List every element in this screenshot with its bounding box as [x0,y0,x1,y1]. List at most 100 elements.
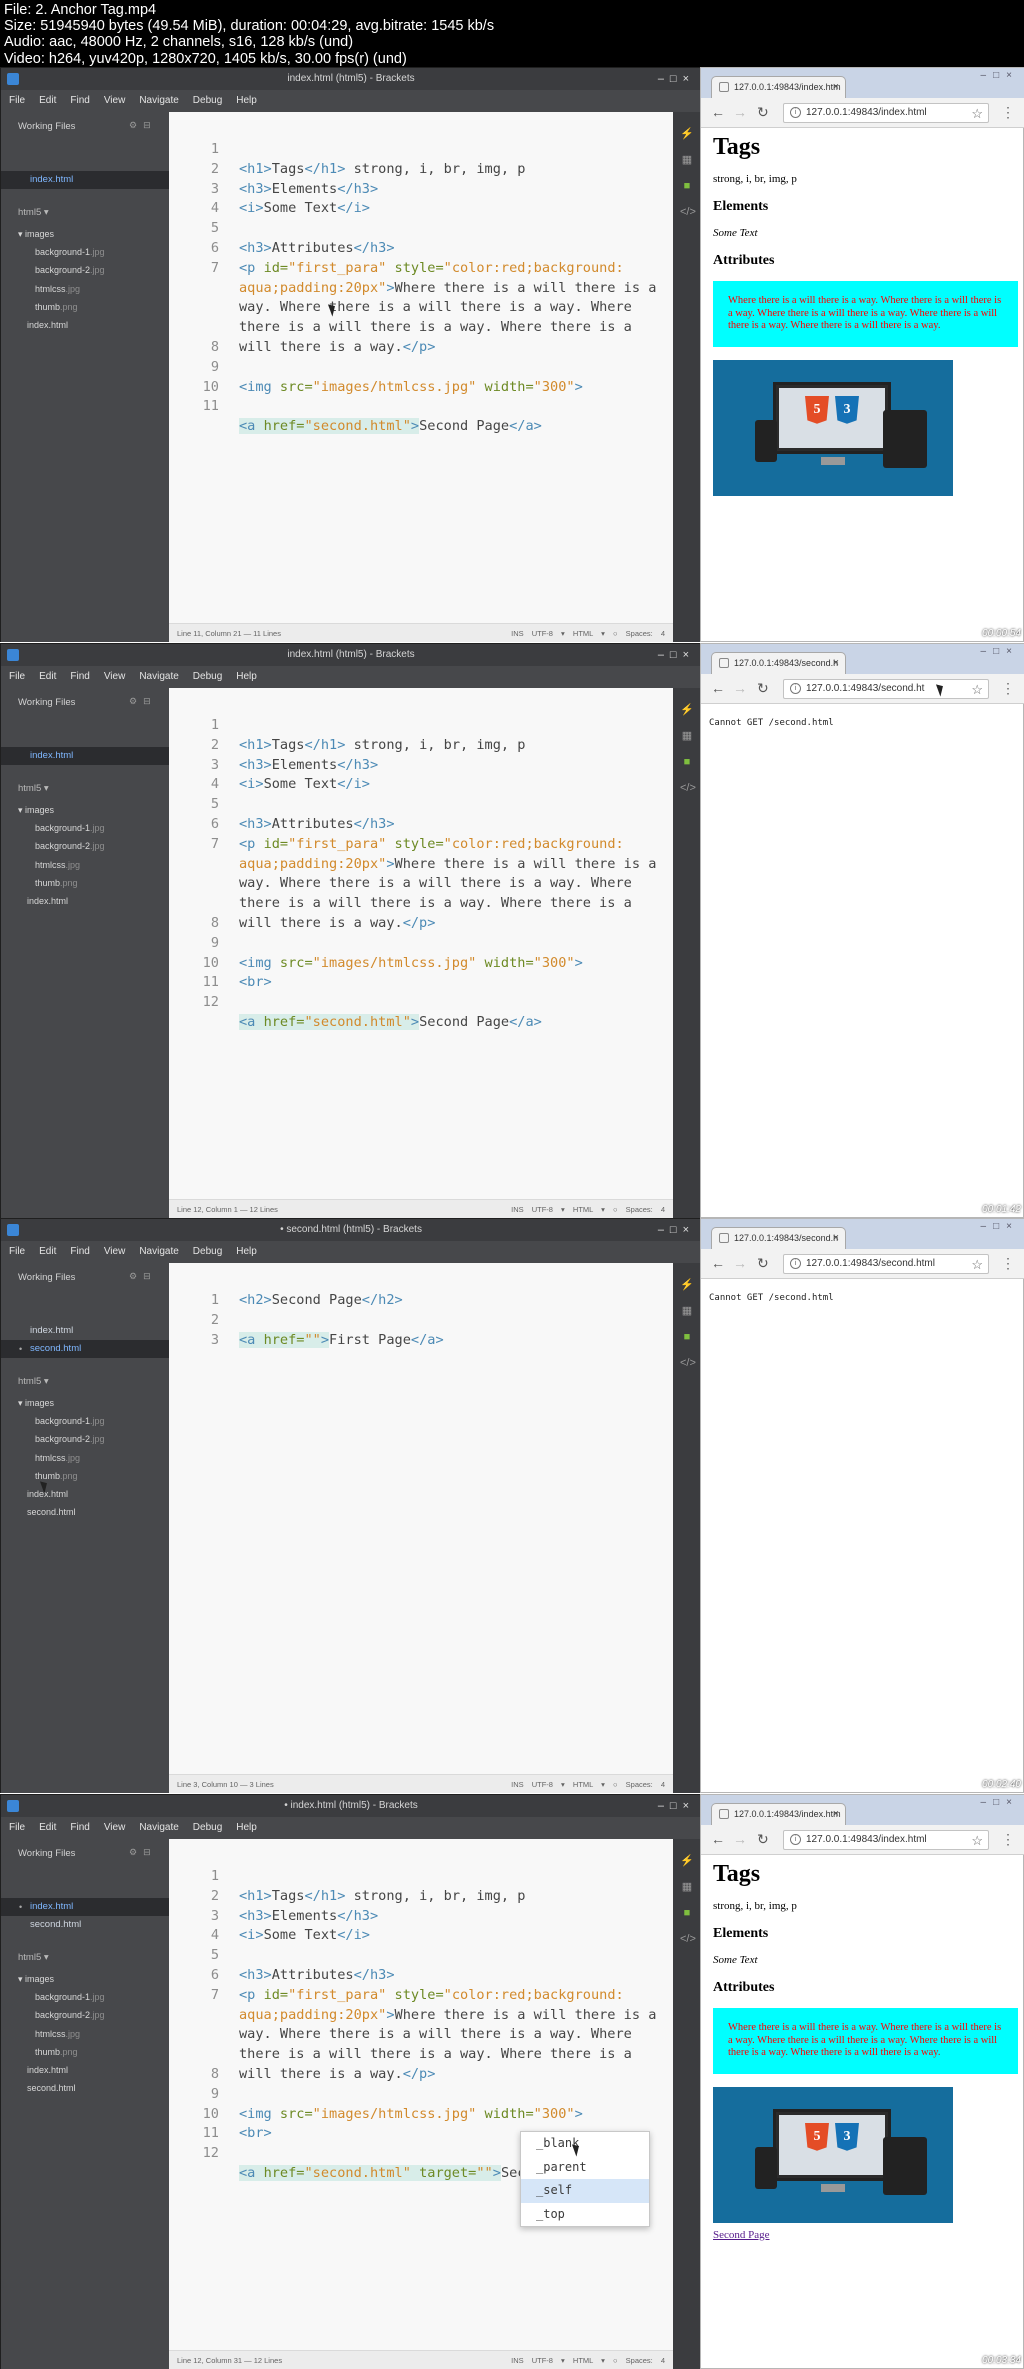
code-line[interactable]: <h1>Tags</h1> strong, i, br, img, p [239,1887,664,1907]
browser-window-controls[interactable]: –□× [981,646,1019,657]
code-icon[interactable]: </> [680,206,696,218]
code-line[interactable]: <h3>Attributes</h3> [239,1966,664,1986]
code-line[interactable]: <i>Some Text</i> [239,775,664,795]
code-line[interactable] [239,1946,664,1966]
code-line[interactable]: <img src="images/htmlcss.jpg" width="300… [239,378,664,398]
code-line[interactable] [239,795,664,815]
code-line[interactable]: <h2>Second Page</h2> [239,1291,664,1311]
tree-file[interactable]: index.html [1,892,169,910]
address-bar[interactable]: i 127.0.0.1:49843/second.ht ☆ [783,679,989,699]
sidebar-tools[interactable]: ⚙⊟ [129,1847,157,1858]
project-dropdown[interactable]: html5 ▾ [18,207,49,218]
code-line[interactable] [239,993,664,1013]
code-line[interactable]: <p id="first_para" style="color:red;back… [239,1986,664,2085]
code-line[interactable]: <br> [239,973,664,993]
tree-file[interactable]: background-2.jpg [1,837,169,855]
browser-tab[interactable]: 127.0.0.1:49843/second.h × [711,1227,846,1249]
project-dropdown[interactable]: html5 ▾ [18,1952,49,1963]
ins-mode[interactable]: INS [511,1780,524,1789]
menu-item[interactable]: Help [236,1246,257,1257]
close-tab-icon[interactable]: × [833,77,839,97]
back-icon[interactable]: ← [711,1831,725,1847]
code-line[interactable]: <img src="images/htmlcss.jpg" width="300… [239,954,664,974]
reload-icon[interactable]: ↻ [757,1255,769,1271]
tree-file[interactable]: htmlcss.jpg [1,2025,169,2043]
code-line[interactable]: <img src="images/htmlcss.jpg" width="300… [239,2105,664,2125]
code-editor[interactable]: 1 2 3 <h2>Second Page</h2> <a href="">First… [169,1263,673,1793]
code-area[interactable]: <h1>Tags</h1> strong, i, br, img, p <h3>E… [239,140,664,437]
menu-item[interactable]: Edit [39,671,56,682]
close-tab-icon[interactable]: × [833,1228,839,1248]
reload-icon[interactable]: ↻ [757,104,769,120]
reload-icon[interactable]: ↻ [757,1831,769,1847]
menu-item[interactable]: Debug [193,95,222,106]
close-tab-icon[interactable]: × [833,653,839,673]
browser-menu-icon[interactable]: ⋮ [1001,104,1015,120]
menu-item[interactable]: Navigate [139,671,178,682]
indent-setting[interactable]: Spaces: 4 [626,629,665,638]
browser-window-controls[interactable]: –□× [981,1221,1019,1232]
extension-icon[interactable]: ■ [680,1907,694,1919]
autocomplete-option[interactable]: _blank [521,2132,649,2156]
tree-file[interactable]: htmlcss.jpg [1,280,169,298]
menu-item[interactable]: File [9,671,25,682]
window-controls[interactable]: –□× [658,1219,695,1241]
tree-file[interactable]: background-1.jpg [1,243,169,261]
menu-item[interactable]: Navigate [139,1246,178,1257]
address-bar[interactable]: i 127.0.0.1:49843/index.html ☆ [783,1830,989,1850]
bookmark-star-icon[interactable]: ☆ [971,1256,983,1273]
tree-file[interactable]: index.html [1,316,169,334]
bookmark-star-icon[interactable]: ☆ [971,681,983,698]
language-select[interactable]: HTML ▾ [573,629,605,638]
encoding-select[interactable]: UTF-8 ▾ [532,1205,565,1214]
menu-item[interactable]: File [9,1246,25,1257]
address-bar[interactable]: i 127.0.0.1:49843/index.html ☆ [783,103,989,123]
tree-file[interactable]: background-1.jpg [1,1412,169,1430]
tree-file[interactable]: background-1.jpg [1,1988,169,2006]
code-icon[interactable]: </> [680,782,696,794]
tree-file[interactable]: thumb.png [1,298,169,316]
menu-item[interactable]: Find [70,95,89,106]
browser-menu-icon[interactable]: ⋮ [1001,680,1015,696]
code-line[interactable] [239,1311,664,1331]
browser-tab[interactable]: 127.0.0.1:49843/index.htm × [711,1803,846,1825]
menu-item[interactable]: Debug [193,1822,222,1833]
menu-item[interactable]: View [104,1822,126,1833]
split-view-icon[interactable]: ⊟ [143,696,157,706]
language-select[interactable]: HTML ▾ [573,2356,605,2365]
address-bar[interactable]: i 127.0.0.1:49843/second.html ☆ [783,1254,989,1274]
sidebar-tools[interactable]: ⚙⊟ [129,120,157,131]
extension-icon[interactable]: ■ [680,180,694,192]
autocomplete-option[interactable]: _top [521,2203,649,2227]
extension-manager-icon[interactable]: ▦ [680,1881,694,1893]
tree-file[interactable]: thumb.png [1,1467,169,1485]
code-area[interactable]: <h2>Second Page</h2> <a href="">First Pa… [239,1291,664,1350]
bookmark-star-icon[interactable]: ☆ [971,105,983,122]
menu-item[interactable]: Help [236,1822,257,1833]
reload-icon[interactable]: ↻ [757,680,769,696]
window-controls[interactable]: –□× [658,1795,695,1817]
menu-item[interactable]: Help [236,95,257,106]
ins-mode[interactable]: INS [511,2356,524,2365]
tree-file[interactable]: thumb.png [1,2043,169,2061]
menu-item[interactable]: Edit [39,1246,56,1257]
browser-tab[interactable]: 127.0.0.1:49843/second.h × [711,652,846,674]
back-icon[interactable]: ← [711,104,725,120]
ins-mode[interactable]: INS [511,1205,524,1214]
menu-item[interactable]: Debug [193,1246,222,1257]
language-select[interactable]: HTML ▾ [573,1205,605,1214]
code-editor[interactable]: 1 2 3 4 5 6 7 8 9 10 11 12 <h1>Tags</h1> strong, i,… [169,688,673,1218]
split-view-icon[interactable]: ⊟ [143,120,157,130]
live-preview-icon[interactable]: ⚡ [680,128,694,140]
code-line[interactable]: <p id="first_para" style="color:red;back… [239,259,664,358]
menu-item[interactable]: View [104,671,126,682]
encoding-select[interactable]: UTF-8 ▾ [532,2356,565,2365]
code-line[interactable] [239,1867,664,1887]
gear-icon[interactable]: ⚙ [129,1847,143,1857]
bookmark-star-icon[interactable]: ☆ [971,1832,983,1849]
working-file-item[interactable]: second.html [1,1916,169,1934]
gear-icon[interactable]: ⚙ [129,120,143,130]
menu-item[interactable]: Edit [39,95,56,106]
code-editor[interactable]: 1 2 3 4 5 6 7 8 9 10 11 <h1>Tags</h1> strong, i, b… [169,112,673,642]
menu-item[interactable]: Help [236,671,257,682]
